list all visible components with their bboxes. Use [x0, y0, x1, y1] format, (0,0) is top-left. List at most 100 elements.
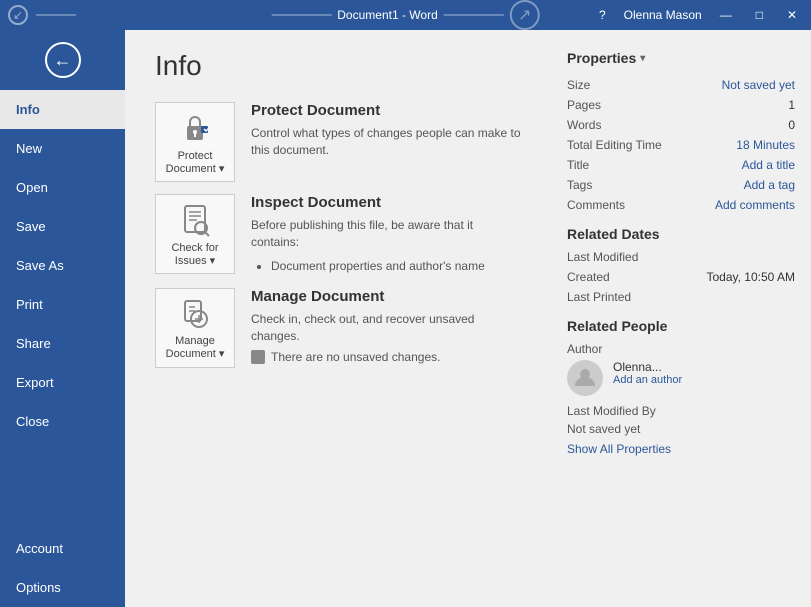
- decor-arrow-right: ↗: [510, 0, 540, 30]
- manage-icon: [177, 295, 213, 331]
- prop-size-row: Size Not saved yet: [567, 78, 795, 92]
- left-content: Info ProtectDocument ▾ Protect Documen: [125, 30, 551, 607]
- inspect-document-card: Check forIssues ▾ Inspect Document Befor…: [155, 194, 521, 276]
- maximize-button[interactable]: □: [750, 6, 769, 24]
- prop-title-row: Title Add a title: [567, 158, 795, 172]
- minimize-button[interactable]: —: [714, 6, 738, 24]
- sidebar-item-save-as[interactable]: Save As: [0, 246, 125, 285]
- no-changes-icon: [251, 350, 265, 364]
- prop-words-row: Words 0: [567, 118, 795, 132]
- inspect-document-text: Inspect Document Before publishing this …: [251, 194, 521, 276]
- protect-document-button[interactable]: ProtectDocument ▾: [155, 102, 235, 182]
- check-for-issues-label: Check forIssues ▾: [171, 242, 218, 267]
- prop-pages-value: 1: [788, 98, 795, 112]
- manage-document-card: ManageDocument ▾ Manage Document Check i…: [155, 288, 521, 368]
- sidebar-item-export[interactable]: Export: [0, 363, 125, 402]
- author-avatar: [567, 360, 603, 396]
- document-title: Document1 - Word: [337, 8, 437, 22]
- protect-document-label: ProtectDocument ▾: [166, 150, 225, 175]
- prop-pages-row: Pages 1: [567, 98, 795, 112]
- prop-editing-time-row: Total Editing Time 18 Minutes: [567, 138, 795, 152]
- prop-last-modified-row: Last Modified: [567, 250, 795, 264]
- sidebar-item-print[interactable]: Print: [0, 285, 125, 324]
- manage-document-label: ManageDocument ▾: [166, 335, 225, 360]
- inspect-document-desc: Before publishing this file, be aware th…: [251, 217, 521, 251]
- manage-document-desc: Check in, check out, and recover unsaved…: [251, 311, 521, 345]
- check-for-issues-button[interactable]: Check forIssues ▾: [155, 194, 235, 274]
- properties-title: Properties: [567, 50, 636, 66]
- protect-document-heading: Protect Document: [251, 102, 521, 119]
- related-dates: Last Modified Created Today, 10:50 AM La…: [567, 250, 795, 304]
- related-people-header: Related People: [567, 318, 795, 334]
- decor-arrow-left: ↙: [8, 5, 28, 25]
- decor-line-1: [36, 14, 76, 16]
- inspect-icon: [177, 202, 213, 238]
- prop-comments-row: Comments Add comments: [567, 198, 795, 212]
- prop-created-label: Created: [567, 270, 657, 284]
- last-modified-by-value: Not saved yet: [567, 422, 795, 436]
- manage-document-text: Manage Document Check in, check out, and…: [251, 288, 521, 365]
- prop-title-value[interactable]: Add a title: [742, 158, 795, 172]
- right-panel: Properties ▾ Size Not saved yet Pages 1 …: [551, 30, 811, 607]
- avatar-icon: [573, 366, 597, 390]
- prop-comments-value[interactable]: Add comments: [715, 198, 795, 212]
- sidebar-item-share[interactable]: Share: [0, 324, 125, 363]
- sidebar-item-close[interactable]: Close: [0, 402, 125, 441]
- back-arrow-icon: ←: [54, 50, 72, 71]
- inspect-document-heading: Inspect Document: [251, 194, 521, 211]
- sidebar-item-new[interactable]: New: [0, 129, 125, 168]
- sidebar-item-account[interactable]: Account: [0, 529, 125, 568]
- sidebar-item-open[interactable]: Open: [0, 168, 125, 207]
- protect-document-card: ProtectDocument ▾ Protect Document Contr…: [155, 102, 521, 182]
- prop-words-label: Words: [567, 118, 657, 132]
- decor-line-2: [271, 14, 331, 16]
- sidebar-item-options[interactable]: Options: [0, 568, 125, 607]
- user-name: Olenna Mason: [624, 8, 702, 22]
- main-layout: ← Info New Open Save Save As Print Share…: [0, 30, 811, 607]
- prop-pages-label: Pages: [567, 98, 657, 112]
- sidebar-item-save[interactable]: Save: [0, 207, 125, 246]
- related-people: Author Olenna... Add an author Last Mo: [567, 342, 795, 436]
- title-bar-center: Document1 - Word ↗: [271, 0, 539, 30]
- sidebar-back[interactable]: ←: [0, 30, 125, 90]
- author-name: Olenna...: [613, 360, 682, 374]
- manage-document-heading: Manage Document: [251, 288, 521, 305]
- prop-editing-time-label: Total Editing Time: [567, 138, 662, 152]
- sidebar-spacer: [0, 441, 125, 529]
- no-changes-text: There are no unsaved changes.: [271, 350, 440, 364]
- properties-chevron: ▾: [640, 53, 645, 64]
- prop-tags-row: Tags Add a tag: [567, 178, 795, 192]
- show-all-properties-link[interactable]: Show All Properties: [567, 442, 671, 456]
- prop-last-modified-label: Last Modified: [567, 250, 657, 264]
- title-bar: ↙ Document1 - Word ↗ ? Olenna Mason — □ …: [0, 0, 811, 30]
- sidebar-item-info[interactable]: Info: [0, 90, 125, 129]
- author-info: Olenna... Add an author: [613, 360, 682, 386]
- author-row: Olenna... Add an author: [567, 360, 795, 396]
- sidebar-nav: Info New Open Save Save As Print Share E…: [0, 90, 125, 607]
- author-label: Author: [567, 342, 795, 356]
- prop-last-printed-label: Last Printed: [567, 290, 657, 304]
- prop-size-label: Size: [567, 78, 657, 92]
- close-button[interactable]: ✕: [781, 6, 803, 24]
- back-button[interactable]: ←: [45, 42, 81, 78]
- manage-document-button[interactable]: ManageDocument ▾: [155, 288, 235, 368]
- sidebar: ← Info New Open Save Save As Print Share…: [0, 30, 125, 607]
- no-changes-row: There are no unsaved changes.: [251, 350, 521, 364]
- help-button[interactable]: ?: [593, 6, 612, 24]
- inspect-list-item-1: Document properties and author's name: [271, 257, 521, 276]
- protect-icon: [177, 110, 213, 146]
- content-area: Info ProtectDocument ▾ Protect Documen: [125, 30, 811, 607]
- last-modified-by-label: Last Modified By: [567, 404, 795, 418]
- prop-words-value: 0: [788, 118, 795, 132]
- prop-tags-value[interactable]: Add a tag: [744, 178, 795, 192]
- properties-header: Properties ▾: [567, 50, 795, 66]
- protect-document-desc: Control what types of changes people can…: [251, 125, 521, 159]
- title-bar-decoration-left: ↙: [8, 5, 76, 25]
- protect-document-text: Protect Document Control what types of c…: [251, 102, 521, 159]
- prop-tags-label: Tags: [567, 178, 657, 192]
- prop-created-value: Today, 10:50 AM: [707, 270, 796, 284]
- prop-size-value[interactable]: Not saved yet: [722, 78, 795, 92]
- prop-editing-time-value[interactable]: 18 Minutes: [736, 138, 795, 152]
- add-author-link[interactable]: Add an author: [613, 374, 682, 386]
- title-bar-right: ? Olenna Mason — □ ✕: [593, 6, 803, 24]
